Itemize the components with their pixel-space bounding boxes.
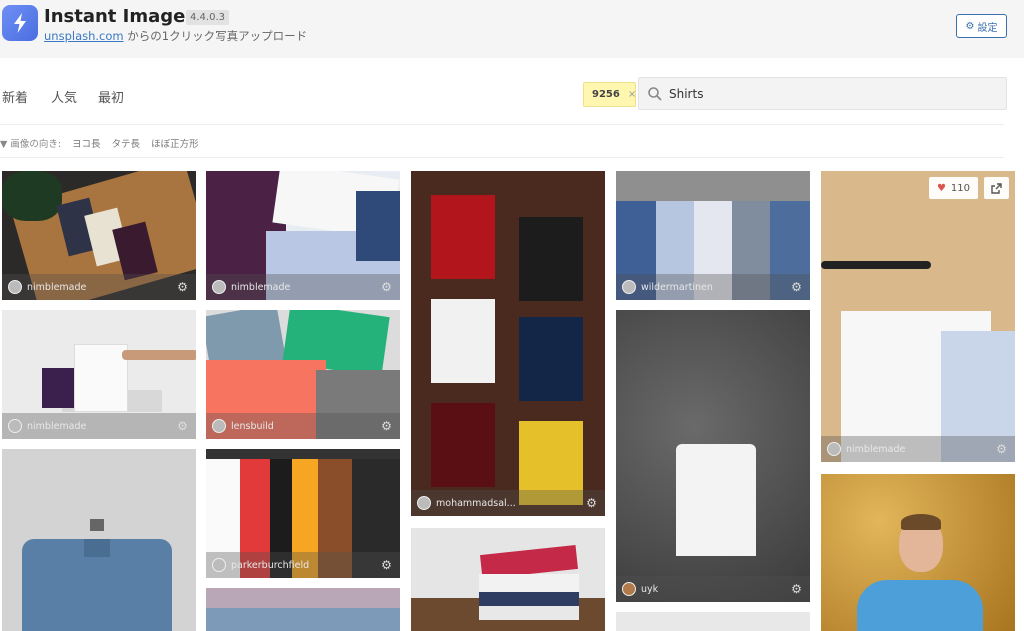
gear-icon[interactable]: ⚙ <box>585 497 598 510</box>
app-title: Instant Images <box>44 6 197 27</box>
avatar <box>8 280 22 294</box>
filter-landscape[interactable]: ヨコ長 <box>72 136 101 150</box>
avatar <box>212 419 226 433</box>
likes-count: 110 <box>950 182 970 194</box>
gear-icon[interactable]: ⚙ <box>380 420 393 433</box>
gear-icon[interactable]: ⚙ <box>790 583 803 596</box>
result-count: 9256 <box>592 89 620 100</box>
gear-icon[interactable]: ⚙ <box>176 420 189 433</box>
filter-label: ▼ 画像の向き: <box>0 139 62 150</box>
photo-credit[interactable]: nimblemade <box>27 421 86 432</box>
gear-icon[interactable]: ⚙ <box>176 281 189 294</box>
photo-item[interactable]: nimblemade ⚙ <box>2 310 196 439</box>
photo-item[interactable]: mohammadsal... ⚙ <box>411 171 605 516</box>
search-icon <box>648 87 662 101</box>
photo-credit[interactable]: nimblemade <box>846 444 905 455</box>
photo-credit[interactable]: nimblemade <box>231 282 290 293</box>
tab-new[interactable]: 新着 <box>2 87 28 106</box>
gear-icon[interactable]: ⚙ <box>380 281 393 294</box>
photo-credit[interactable]: wildermartinen <box>641 282 713 293</box>
photo-item[interactable]: lensbuild ⚙ <box>206 310 400 439</box>
clear-search-icon[interactable]: × <box>628 89 636 100</box>
tab-popular[interactable]: 人気 <box>51 87 77 106</box>
photo-item[interactable] <box>616 612 810 631</box>
photo-item[interactable]: nimblemade ⚙ <box>206 171 400 300</box>
avatar <box>827 442 841 456</box>
photo-item[interactable]: ♥ 110 nimblemade ⚙ <box>821 171 1015 462</box>
filter-square[interactable]: ほぼ正方形 <box>151 136 199 150</box>
avatar <box>212 280 226 294</box>
photo-item[interactable] <box>206 588 400 631</box>
avatar <box>622 582 636 596</box>
photo-item[interactable]: uyk ⚙ <box>616 310 810 602</box>
external-link-icon <box>991 182 1002 194</box>
photo-item[interactable] <box>411 528 605 631</box>
app-header: Instant Images 4.4.0.3 unsplash.com からの1… <box>0 0 1024 58</box>
divider <box>0 124 1004 125</box>
gear-icon[interactable]: ⚙ <box>380 559 393 572</box>
lightning-logo-icon <box>2 5 38 41</box>
photo-credit[interactable]: nimblemade <box>27 282 86 293</box>
settings-label: 設定 <box>977 22 998 34</box>
photo-item[interactable]: nimblemade ⚙ <box>2 171 196 300</box>
avatar <box>622 280 636 294</box>
search-input[interactable] <box>669 84 989 104</box>
likes-badge[interactable]: ♥ 110 <box>928 177 978 199</box>
avatar <box>212 558 226 572</box>
photo-item[interactable] <box>821 474 1015 631</box>
gear-icon[interactable]: ⚙ <box>995 443 1008 456</box>
settings-button[interactable]: ⚙ 設定 <box>956 14 1007 38</box>
photo-credit[interactable]: mohammadsal... <box>436 498 516 509</box>
tab-oldest[interactable]: 最初 <box>98 87 124 106</box>
orientation-filter: ▼ 画像の向き: ヨコ長 タテ長 ほぼ正方形 <box>0 136 199 150</box>
gear-icon: ⚙ <box>965 20 975 32</box>
result-count-badge: 9256 × <box>583 82 636 107</box>
heart-icon: ♥ <box>936 182 946 194</box>
tagline: unsplash.com からの1クリック写真アップロード <box>44 28 307 44</box>
gear-icon[interactable]: ⚙ <box>790 281 803 294</box>
photo-credit[interactable]: lensbuild <box>231 421 274 432</box>
search-box <box>638 77 1007 110</box>
avatar <box>417 496 431 510</box>
photo-credit[interactable]: uyk <box>641 584 658 595</box>
version-badge: 4.4.0.3 <box>186 10 229 25</box>
photo-item[interactable]: wildermartinen ⚙ <box>616 171 810 300</box>
photo-credit[interactable]: parkerburchfield <box>231 560 309 571</box>
divider <box>0 157 1004 158</box>
photo-item[interactable] <box>2 449 196 631</box>
tagline-text: からの1クリック写真アップロード <box>123 29 308 43</box>
filter-portrait[interactable]: タテ長 <box>112 136 141 150</box>
avatar <box>8 419 22 433</box>
external-link-button[interactable] <box>984 177 1009 199</box>
photo-item[interactable]: parkerburchfield ⚙ <box>206 449 400 578</box>
unsplash-link[interactable]: unsplash.com <box>44 29 124 43</box>
